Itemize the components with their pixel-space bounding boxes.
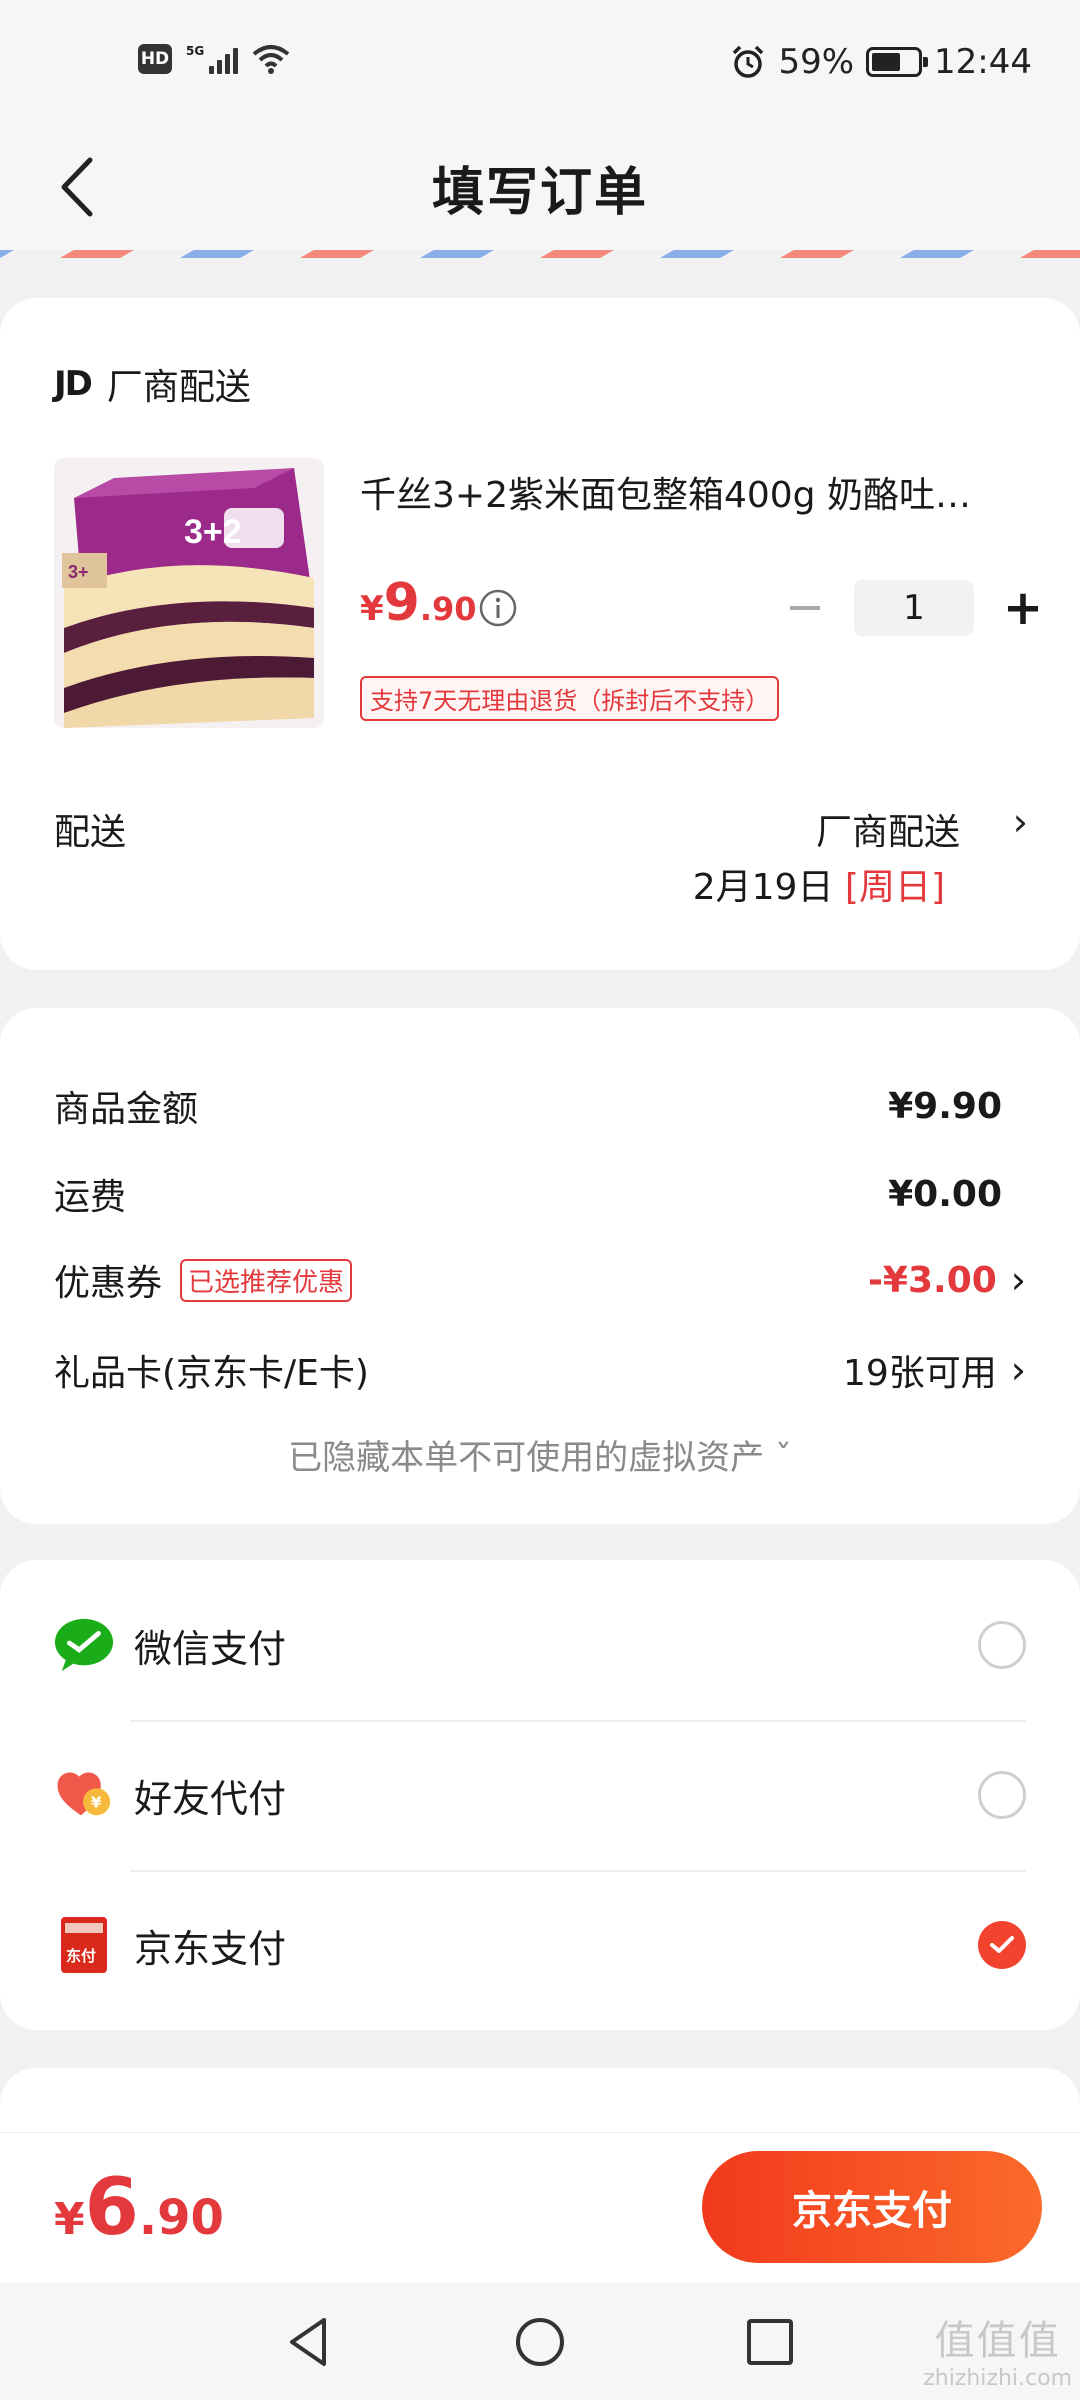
goods-amount-label: 商品金额 <box>54 1089 199 1130</box>
price-summary-card: 商品金额 ¥9.90 运费 ¥0.00 优惠券 已选推荐优惠 -¥3.00 › … <box>0 1008 1080 1524</box>
chevron-right-icon[interactable]: › <box>1013 800 1028 844</box>
goods-amount-value: ¥9.90 <box>888 1085 1002 1127</box>
wechat-pay-icon <box>54 1615 114 1675</box>
shop-row: JD 厂商配送 <box>54 358 251 410</box>
nav-bar: 填写订单 <box>0 130 1080 250</box>
coupon-tag: 已选推荐优惠 <box>180 1258 353 1302</box>
payment-option-jd[interactable]: 东付 京东支付 <box>54 1870 1026 2020</box>
friend-pay-icon: ¥ <box>54 1765 114 1825</box>
svg-text:3+: 3+ <box>68 562 89 582</box>
watermark-logo: 值值值 <box>934 2318 1061 2364</box>
quantity-stepper: 1 + <box>780 580 1048 636</box>
payment-radio[interactable] <box>978 1771 1026 1819</box>
delivery-weekday: [周日] <box>844 867 945 908</box>
decrease-button[interactable] <box>780 580 830 636</box>
alarm-icon <box>733 45 764 78</box>
shipping-label: 运费 <box>54 1177 127 1218</box>
payment-label: 好友代付 <box>134 1776 287 1821</box>
delivery-date[interactable]: 2月19日 [周日] <box>693 858 945 910</box>
giftcard-value: 19张可用 <box>842 1353 997 1394</box>
coupon-label: 优惠券 <box>54 1263 163 1304</box>
hidden-assets-toggle[interactable]: 已隐藏本单不可使用的虚拟资产 ˇ <box>0 1430 1080 1479</box>
total-price: ¥ 6 .90 <box>54 2163 224 2253</box>
status-left: HD 5G <box>138 44 290 74</box>
delivery-label: 配送 <box>54 812 127 853</box>
system-nav-bar <box>0 2282 1080 2400</box>
wifi-icon <box>252 45 290 74</box>
giftcard-label: 礼品卡(京东卡/E卡) <box>54 1353 369 1394</box>
increase-button[interactable]: + <box>998 580 1048 636</box>
delivery-date-text: 2月19日 <box>692 867 834 908</box>
checkout-bar: ¥ 6 .90 京东支付 <box>0 2132 1080 2282</box>
total-symbol: ¥ <box>54 2194 85 2245</box>
status-right: 59% 12:44 <box>730 42 1032 82</box>
chevron-right-icon: › <box>1010 1348 1026 1392</box>
price-symbol: ¥ <box>360 589 384 629</box>
jd-pay-icon: 东付 <box>54 1915 114 1975</box>
signal-icon: 5G <box>186 44 239 74</box>
product-price: ¥ 9 .90 <box>360 573 477 633</box>
payment-radio[interactable] <box>978 1621 1026 1669</box>
order-item-card: JD 厂商配送 3+2 3+ 千丝3+2紫米面包整箱400g 奶酪吐… ¥ 9 … <box>0 298 1080 970</box>
watermark: 值值值 zhizhizhi.com <box>923 2308 1072 2391</box>
svg-text:东付: 东付 <box>66 1947 96 1965</box>
quantity-value[interactable]: 1 <box>854 580 974 636</box>
total-integer: 6 <box>84 2163 139 2253</box>
return-policy-tag: 支持7天无理由退货（拆封后不支持） <box>360 676 780 721</box>
network-type: 5G <box>186 44 205 58</box>
payment-label: 京东支付 <box>134 1926 287 1971</box>
nav-back-icon[interactable] <box>280 2312 340 2372</box>
total-decimal: .90 <box>138 2190 224 2246</box>
shipping-row: 运费 ¥0.00 <box>54 1168 1026 1220</box>
checkmark-icon <box>990 1936 1014 1953</box>
hd-badge: HD <box>138 44 172 74</box>
price-decimal: .90 <box>419 590 477 628</box>
chevron-right-icon: › <box>1010 1258 1026 1302</box>
nav-recents-icon[interactable] <box>740 2312 800 2372</box>
nav-home-icon[interactable] <box>510 2312 570 2372</box>
shop-name: 厂商配送 <box>106 367 251 408</box>
page-title: 填写订单 <box>431 163 648 223</box>
info-icon[interactable] <box>478 588 518 628</box>
goods-amount-row: 商品金额 ¥9.90 <box>54 1080 1026 1132</box>
battery-percent: 59% <box>778 42 855 82</box>
status-bar: HD 5G 59% 12:44 <box>0 0 1080 130</box>
payment-label: 微信支付 <box>134 1626 287 1671</box>
shipping-value: ¥0.00 <box>888 1173 1002 1215</box>
battery-icon <box>866 47 929 77</box>
price-integer: 9 <box>383 573 420 633</box>
product-title[interactable]: 千丝3+2紫米面包整箱400g 奶酪吐… <box>360 466 1010 518</box>
payment-radio-selected[interactable] <box>978 1921 1026 1969</box>
jd-logo: JD <box>54 364 93 404</box>
giftcard-row[interactable]: 礼品卡(京东卡/E卡) 19张可用 › <box>54 1344 1026 1396</box>
clock: 12:44 <box>934 42 1032 82</box>
svg-text:¥: ¥ <box>91 1794 102 1812</box>
coupon-row[interactable]: 优惠券 已选推荐优惠 -¥3.00 › <box>54 1254 1026 1306</box>
airmail-border <box>0 250 1080 258</box>
payment-methods-card: 微信支付 ¥ 好友代付 东付 京东支付 <box>0 1560 1080 2030</box>
payment-option-friend[interactable]: ¥ 好友代付 <box>54 1720 1026 1870</box>
product-image[interactable]: 3+2 3+ <box>54 458 324 728</box>
pay-button[interactable]: 京东支付 <box>702 2151 1042 2263</box>
payment-option-wechat[interactable]: 微信支付 <box>54 1570 1026 1720</box>
coupon-value: -¥3.00 <box>867 1259 997 1301</box>
watermark-url: zhizhizhi.com <box>923 2366 1072 2391</box>
delivery-method[interactable]: 厂商配送 <box>816 803 960 855</box>
